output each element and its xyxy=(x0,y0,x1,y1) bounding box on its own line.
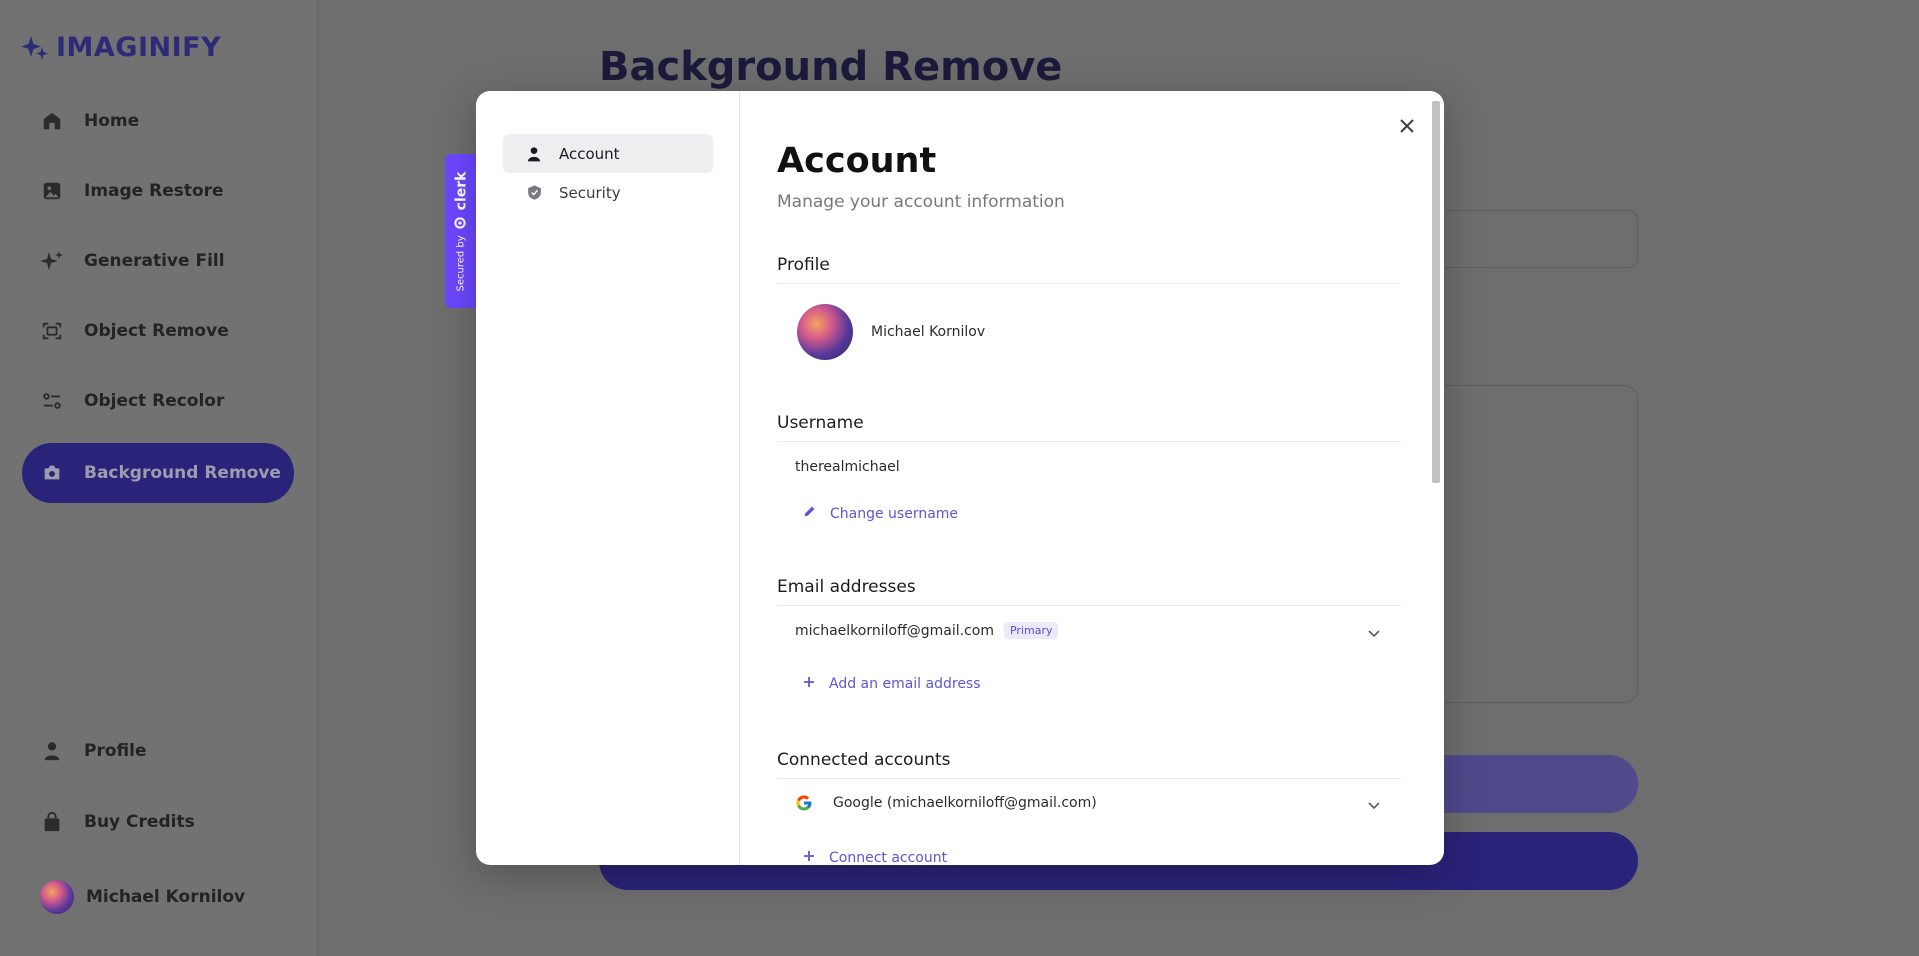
filter-icon xyxy=(40,389,64,413)
profile-section-title: Profile xyxy=(777,255,830,275)
chevron-down-icon xyxy=(1367,625,1381,644)
modal-nav-label: Account xyxy=(559,144,620,163)
add-email-button[interactable]: Add an email address xyxy=(803,676,981,692)
page-title: Background Remove xyxy=(599,44,1063,90)
image-icon xyxy=(40,179,64,203)
email-section-title: Email addresses xyxy=(777,577,916,597)
connected-account-row[interactable]: Google (michaelkorniloff@gmail.com) xyxy=(795,794,1381,812)
scan-icon xyxy=(40,319,64,343)
sidebar-item-label: Image Restore xyxy=(84,181,224,201)
sidebar-item-image-restore[interactable]: Image Restore xyxy=(22,161,294,221)
email-row[interactable]: michaelkorniloff@gmail.com Primary xyxy=(795,622,1381,639)
modal-subtitle: Manage your account information xyxy=(777,192,1065,212)
modal-nav-security[interactable]: Security xyxy=(503,173,713,212)
sidebar-item-profile[interactable]: Profile xyxy=(22,721,294,781)
stars-icon xyxy=(40,249,64,273)
divider xyxy=(777,605,1401,606)
sidebar-item-label: Object Remove xyxy=(84,321,229,341)
connect-account-label: Connect account xyxy=(829,850,948,865)
secured-by-label: Secured by xyxy=(455,234,467,291)
shield-icon xyxy=(525,184,543,202)
sidebar-item-label: Profile xyxy=(84,741,147,761)
modal-nav: Account Security xyxy=(476,91,740,865)
divider xyxy=(777,778,1401,779)
username-section-title: Username xyxy=(777,413,864,433)
modal-scroll-thumb[interactable] xyxy=(1432,101,1440,483)
modal-nav-account[interactable]: Account xyxy=(503,134,713,173)
sidebar-item-label: Background Remove xyxy=(84,463,281,483)
plus-icon xyxy=(803,850,815,865)
sidebar-item-generative-fill[interactable]: Generative Fill xyxy=(22,231,294,291)
sidebar-item-label: Object Recolor xyxy=(84,391,225,411)
clerk-brand-label: clerk xyxy=(452,171,469,210)
username-value: therealmichael xyxy=(795,459,900,475)
add-email-label: Add an email address xyxy=(829,676,981,692)
sidebar-user-name: Michael Kornilov xyxy=(86,887,246,907)
email-expand-button[interactable] xyxy=(1365,625,1383,643)
avatar xyxy=(40,880,74,914)
sidebar-item-background-remove[interactable]: Background Remove xyxy=(22,443,294,503)
clerk-secured-badge[interactable]: Secured by clerk xyxy=(445,154,476,308)
divider xyxy=(777,283,1401,284)
profile-name: Michael Kornilov xyxy=(871,324,986,340)
modal-content: Account Manage your account information … xyxy=(777,91,1401,865)
profile-row[interactable]: Michael Kornilov xyxy=(797,304,985,360)
sidebar-user[interactable]: Michael Kornilov xyxy=(40,880,245,914)
logo[interactable]: IMAGINIFY xyxy=(20,32,221,63)
email-value: michaelkorniloff@gmail.com xyxy=(795,622,994,639)
sidebar-item-buy-credits[interactable]: Buy Credits xyxy=(22,792,294,852)
sidebar-item-object-recolor[interactable]: Object Recolor xyxy=(22,371,294,431)
google-icon xyxy=(795,794,813,812)
divider xyxy=(777,441,1401,442)
home-icon xyxy=(40,109,64,133)
bag-icon xyxy=(40,810,64,834)
connect-account-button[interactable]: Connect account xyxy=(803,850,947,865)
sidebar-item-label: Generative Fill xyxy=(84,251,225,271)
change-username-label: Change username xyxy=(830,505,959,522)
change-username-button[interactable]: Change username xyxy=(803,505,958,522)
modal-title: Account xyxy=(777,141,937,181)
primary-badge: Primary xyxy=(1003,622,1059,639)
profile-avatar[interactable] xyxy=(797,304,853,360)
modal-nav-label: Security xyxy=(559,183,621,202)
modal-scrollbar[interactable] xyxy=(1432,91,1442,865)
connected-section-title: Connected accounts xyxy=(777,750,951,770)
pencil-icon xyxy=(803,505,816,522)
connected-expand-button[interactable] xyxy=(1365,797,1383,815)
chevron-down-icon xyxy=(1367,797,1381,816)
close-icon xyxy=(1399,118,1415,138)
user-icon xyxy=(525,145,543,163)
connected-account-value: Google (michaelkorniloff@gmail.com) xyxy=(833,795,1097,811)
account-modal: Account Security Account Manage your acc… xyxy=(476,91,1444,865)
sidebar-item-label: Buy Credits xyxy=(84,812,195,832)
camera-icon xyxy=(40,461,64,485)
user-icon xyxy=(40,739,64,763)
sidebar: IMAGINIFY Home Image Restore Generative … xyxy=(0,0,318,956)
sidebar-item-object-remove[interactable]: Object Remove xyxy=(22,301,294,361)
logo-icon xyxy=(21,35,48,60)
clerk-logo-icon xyxy=(451,216,470,229)
logo-text: IMAGINIFY xyxy=(56,32,222,63)
plus-icon xyxy=(803,676,815,692)
sidebar-item-home[interactable]: Home xyxy=(22,91,294,151)
sidebar-item-label: Home xyxy=(84,111,140,131)
